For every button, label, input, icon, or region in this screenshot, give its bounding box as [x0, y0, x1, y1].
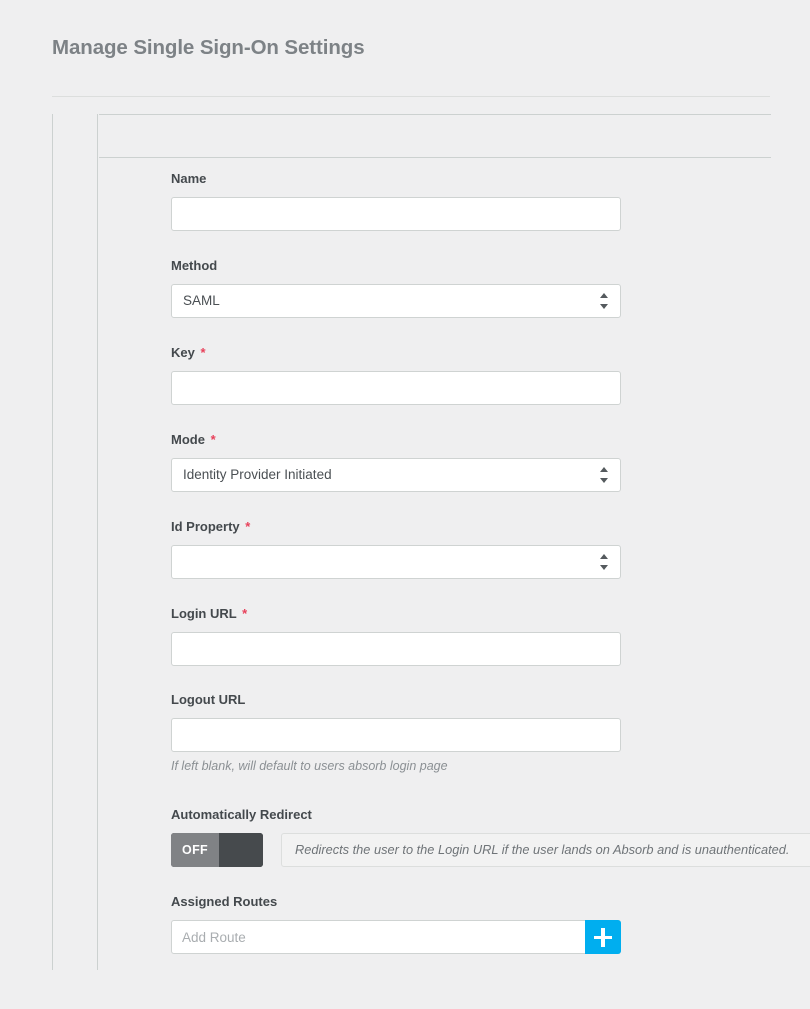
automatically-redirect-hint-text: Redirects the user to the Login URL if t…: [295, 842, 790, 857]
name-input[interactable]: [171, 197, 621, 231]
field-key: Key *: [171, 345, 621, 405]
label-method-text: Method: [171, 258, 218, 273]
spinner-arrows-icon: [600, 466, 609, 484]
required-asterisk-mode: *: [210, 432, 216, 447]
toggle-state-label: OFF: [171, 833, 219, 867]
plus-icon: [601, 928, 605, 947]
page-title: Manage Single Sign-On Settings: [52, 36, 365, 59]
add-route-button[interactable]: [585, 920, 621, 954]
label-automatically-redirect: Automatically Redirect: [171, 807, 312, 823]
panel-body: Name Method SAML Key * Mode * Identity P…: [99, 159, 810, 970]
spinner-arrows-icon: [600, 292, 609, 310]
field-logout-url: Logout URL If left blank, will default t…: [171, 692, 621, 773]
add-route-input[interactable]: [171, 920, 621, 954]
key-input[interactable]: [171, 371, 621, 405]
automatically-redirect-row: OFF Redirects the user to the Login URL …: [171, 833, 810, 867]
method-select[interactable]: SAML: [171, 284, 621, 318]
label-mode-text: Mode: [171, 432, 205, 447]
label-logout-url-text: Logout URL: [171, 692, 246, 707]
logout-url-input[interactable]: [171, 718, 621, 752]
title-divider: [52, 96, 770, 97]
label-login-url: Login URL *: [171, 606, 621, 622]
logout-url-hint: If left blank, will default to users abs…: [171, 759, 448, 773]
label-assigned-routes: Assigned Routes: [171, 894, 621, 910]
label-id-property-text: Id Property: [171, 519, 240, 534]
automatically-redirect-toggle[interactable]: OFF: [171, 833, 263, 867]
label-id-property: Id Property *: [171, 519, 621, 535]
login-url-input[interactable]: [171, 632, 621, 666]
required-asterisk-key: *: [200, 345, 206, 360]
required-asterisk-login-url: *: [242, 606, 248, 621]
field-mode: Mode * Identity Provider Initiated: [171, 432, 621, 492]
automatically-redirect-hint: Redirects the user to the Login URL if t…: [281, 833, 810, 867]
panel-header-strip: [99, 114, 771, 158]
method-select-value: SAML: [183, 293, 220, 308]
label-name: Name: [171, 171, 621, 187]
label-logout-url: Logout URL: [171, 692, 621, 708]
field-id-property: Id Property *: [171, 519, 621, 579]
mode-select[interactable]: Identity Provider Initiated: [171, 458, 621, 492]
label-assigned-routes-text: Assigned Routes: [171, 894, 278, 909]
field-automatically-redirect: Automatically Redirect OFF Redirects the…: [171, 807, 810, 867]
label-key: Key *: [171, 345, 621, 361]
field-assigned-routes: Assigned Routes: [171, 894, 621, 954]
required-asterisk-id-property: *: [245, 519, 251, 534]
field-method: Method SAML: [171, 258, 621, 318]
sso-settings-page: Manage Single Sign-On Settings Name Meth…: [0, 0, 810, 1009]
label-key-text: Key: [171, 345, 195, 360]
label-mode: Mode *: [171, 432, 621, 448]
settings-panel: Name Method SAML Key * Mode * Identity P…: [52, 114, 810, 970]
id-property-select[interactable]: [171, 545, 621, 579]
panel-left-gutter: [53, 114, 98, 970]
label-name-text: Name: [171, 171, 207, 186]
field-login-url: Login URL *: [171, 606, 621, 666]
assigned-routes-row: [171, 920, 621, 954]
toggle-knob[interactable]: [219, 833, 263, 867]
label-method: Method: [171, 258, 621, 274]
label-login-url-text: Login URL: [171, 606, 237, 621]
spinner-arrows-icon: [600, 553, 609, 571]
field-name: Name: [171, 171, 621, 231]
mode-select-value: Identity Provider Initiated: [183, 467, 332, 482]
label-automatically-redirect-text: Automatically Redirect: [171, 807, 312, 822]
